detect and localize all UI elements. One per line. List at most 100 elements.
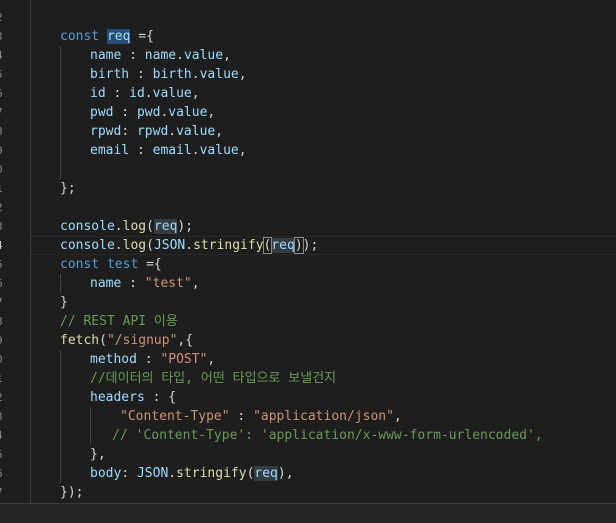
code-token: birth xyxy=(152,67,192,82)
code-token: , xyxy=(238,67,247,82)
code-token: req xyxy=(254,466,278,481)
editor-pane[interactable]: 23const req ={4name : name.value,5birth … xyxy=(0,0,616,503)
code-token: // REST API 이용 xyxy=(60,314,178,329)
code-text[interactable]: name : "test", xyxy=(90,274,200,293)
code-token: email xyxy=(152,143,192,158)
line-number: 0 xyxy=(0,350,6,369)
code-token: ,{ xyxy=(177,333,194,348)
code-line[interactable]: 3 "Content-Type" : "application/json", xyxy=(0,407,616,426)
line-number: 3 xyxy=(0,407,6,426)
code-line[interactable]: 5}, xyxy=(0,445,616,464)
indent-guide xyxy=(60,426,61,445)
code-text[interactable]: // 'Content-Type': 'application/x-www-fo… xyxy=(112,426,542,445)
code-line[interactable]: 3 console.log(req); xyxy=(0,217,616,236)
line-number: 2 xyxy=(0,388,6,407)
code-text[interactable]: name : name.value, xyxy=(90,46,231,65)
line-number: 3 xyxy=(0,217,6,236)
indent-guide xyxy=(60,464,61,483)
indent-guide xyxy=(60,122,61,141)
code-line[interactable]: 4 // 'Content-Type': 'application/x-www-f… xyxy=(0,426,616,445)
code-line[interactable]: 7} xyxy=(0,293,616,312)
code-line[interactable]: 5 birth : birth.value, xyxy=(0,65,616,84)
code-token: birth xyxy=(90,67,130,82)
code-token: : xyxy=(129,67,153,82)
code-line[interactable]: 2 xyxy=(0,8,616,27)
code-text[interactable]: headers : { xyxy=(90,388,176,407)
code-token: "POST" xyxy=(160,352,208,367)
code-line[interactable]: 3 const req ={ xyxy=(0,27,616,46)
code-text[interactable]: }; xyxy=(60,179,76,198)
code-token: ( xyxy=(146,219,154,234)
indent-guide xyxy=(60,46,61,65)
line-number: 8 xyxy=(0,312,6,331)
code-line[interactable]: 4 name : name.value, xyxy=(0,46,616,65)
code-token: "Content-Type" xyxy=(120,409,230,424)
code-line[interactable]: 6 id : id.value, xyxy=(0,84,616,103)
code-token: rpwd xyxy=(136,124,169,139)
code-line[interactable]: 0 xyxy=(0,160,616,179)
code-text[interactable]: console.log(JSON.stringify(req)); xyxy=(60,236,318,255)
code-token: }); xyxy=(60,485,84,500)
code-text[interactable]: rpwd: rpwd.value, xyxy=(90,122,223,141)
code-line[interactable]: 6 body: JSON.stringify(req), xyxy=(0,464,616,483)
code-token: test xyxy=(106,257,139,272)
line-number: 4 xyxy=(0,426,6,445)
code-line[interactable]: 1 //데이터의 타입, 어떤 타입으로 보낼건지 xyxy=(0,369,616,388)
code-text[interactable]: } xyxy=(60,293,68,312)
code-token: . xyxy=(191,67,200,82)
code-line[interactable]: 9 fetch("/signup",{ xyxy=(0,331,616,350)
code-token: pwd xyxy=(136,105,161,120)
code-token: req xyxy=(271,238,295,253)
code-line[interactable]: 7}); xyxy=(0,483,616,502)
line-number: 5 xyxy=(0,255,6,274)
code-text[interactable]: console.log(req); xyxy=(60,217,193,236)
code-token: "test" xyxy=(144,276,192,291)
code-line[interactable]: 7 pwd : pwd.value, xyxy=(0,103,616,122)
code-token: id xyxy=(129,86,145,101)
code-line[interactable]: 6 name : "test", xyxy=(0,274,616,293)
indent-guide xyxy=(60,407,61,426)
code-token: : xyxy=(136,352,161,367)
code-token: , xyxy=(215,124,224,139)
code-text[interactable]: }, xyxy=(90,445,106,464)
code-text[interactable]: body: JSON.stringify(req), xyxy=(90,464,294,483)
code-token: body xyxy=(90,466,122,481)
code-line[interactable]: 8 // REST API 이용 xyxy=(0,312,616,331)
indent-guide xyxy=(60,160,61,179)
code-text[interactable]: id : id.value, xyxy=(90,84,200,103)
code-token: ={ xyxy=(138,257,162,272)
indent-guide xyxy=(60,274,61,293)
code-line[interactable]: 8 rpwd: rpwd.value, xyxy=(0,122,616,141)
line-number: 6 xyxy=(0,274,6,293)
code-text[interactable]: const test ={ xyxy=(60,255,162,274)
code-line[interactable]: 0 method : "POST", xyxy=(0,350,616,369)
code-line[interactable]: 4console.log(JSON.stringify(req)); xyxy=(0,236,616,255)
code-token: "/signup" xyxy=(106,333,178,348)
code-text[interactable]: birth : birth.value, xyxy=(90,65,247,84)
line-number: 8 xyxy=(0,122,6,141)
line-number: 7 xyxy=(0,293,6,312)
line-number: 6 xyxy=(0,464,6,483)
code-token: fetch xyxy=(60,333,100,348)
code-token: . xyxy=(168,466,177,481)
code-text[interactable]: method : "POST", xyxy=(90,350,215,369)
code-line[interactable]: 9 email : email.value, xyxy=(0,141,616,160)
code-line[interactable]: 5 const test ={ xyxy=(0,255,616,274)
code-text[interactable]: const req ={ xyxy=(60,27,154,46)
code-text[interactable]: }); xyxy=(60,483,83,502)
code-text[interactable]: fetch("/signup",{ xyxy=(60,331,193,350)
code-line[interactable]: 2 xyxy=(0,198,616,217)
code-text[interactable]: pwd : pwd.value, xyxy=(90,103,215,122)
code-token: : { xyxy=(144,390,177,405)
code-line[interactable]: 1}; xyxy=(0,179,616,198)
code-text[interactable]: email : email.value, xyxy=(90,141,247,160)
code-token: const xyxy=(60,29,107,44)
code-token: , xyxy=(191,276,200,291)
code-editor[interactable]: 23const req ={4name : name.value,5birth … xyxy=(0,0,616,523)
code-token: log xyxy=(122,219,147,234)
code-text[interactable]: //데이터의 타입, 어떤 타입으로 보낼건지 xyxy=(90,369,336,388)
code-text[interactable]: // REST API 이용 xyxy=(60,312,178,331)
code-line[interactable]: 2 headers : { xyxy=(0,388,616,407)
code-text[interactable]: "Content-Type" : "application/json", xyxy=(120,407,402,426)
code-token: req xyxy=(153,219,178,234)
